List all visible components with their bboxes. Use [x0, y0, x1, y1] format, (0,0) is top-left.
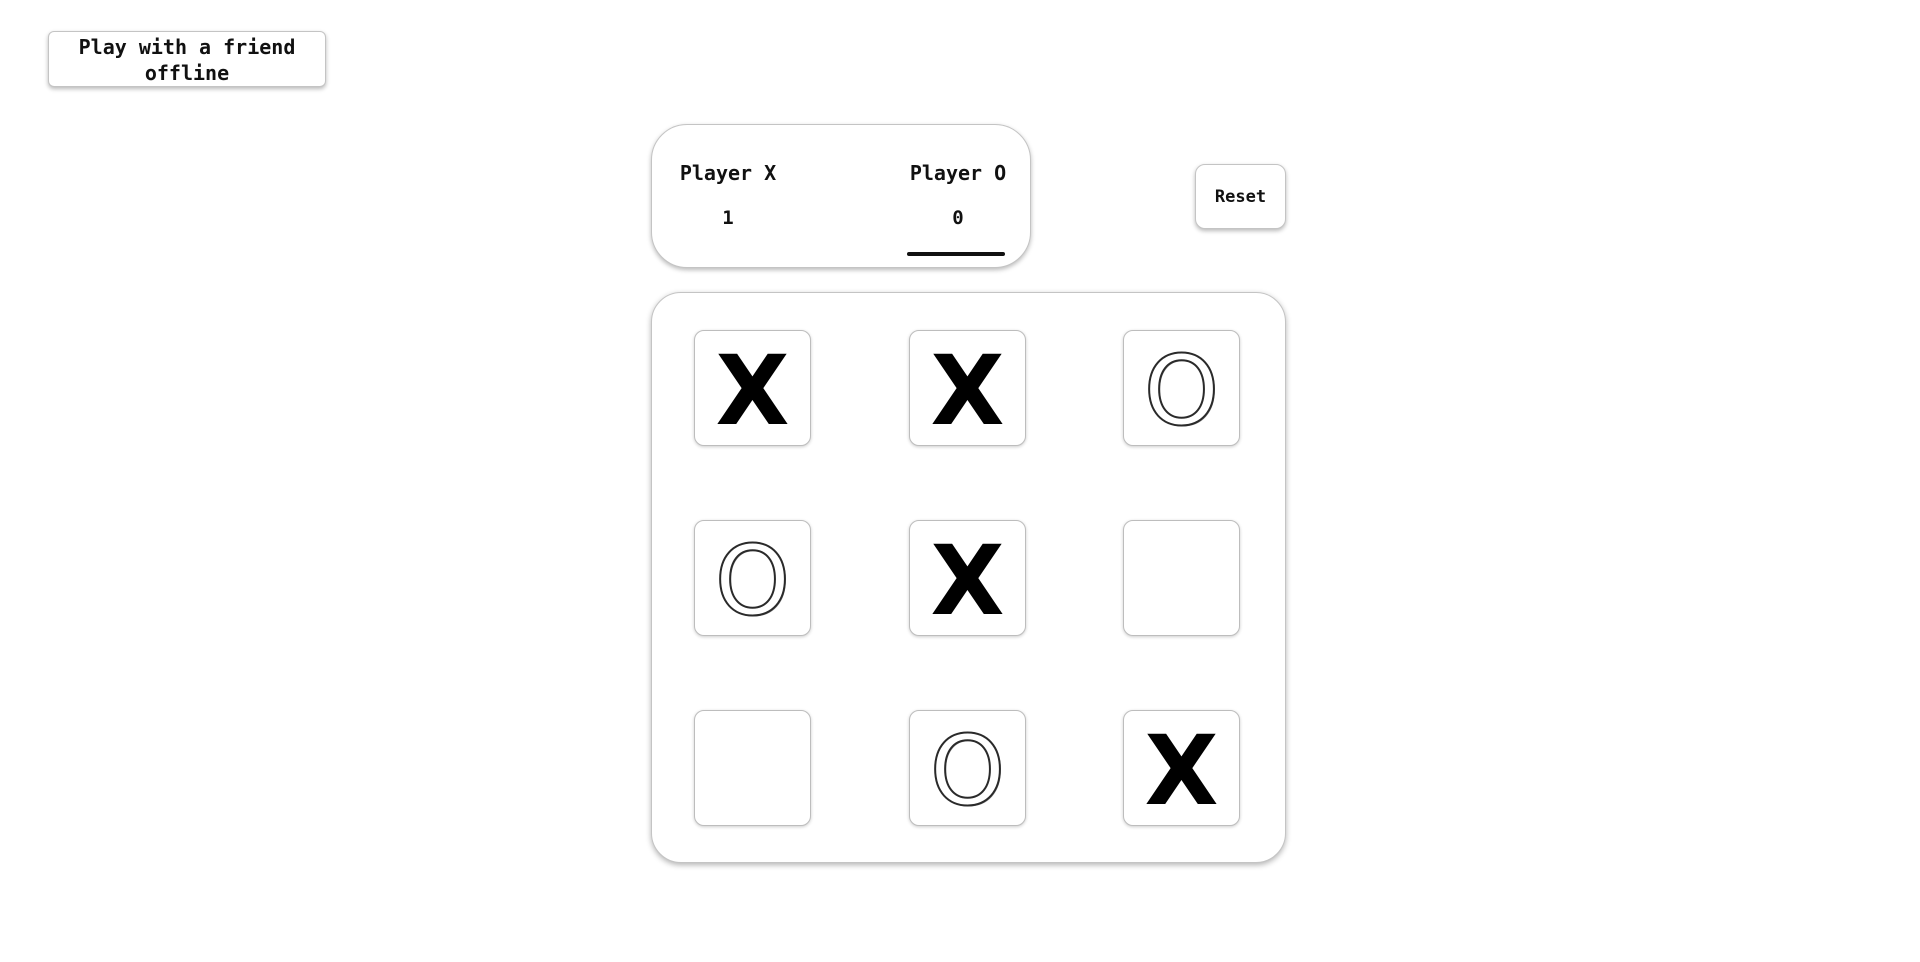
cell-mark: X [930, 335, 1005, 447]
scoreboard: Player X 1 Player O 0 [651, 124, 1031, 268]
play-offline-button[interactable]: Play with a friend offline [48, 31, 326, 87]
board-cell-5[interactable]: X [909, 520, 1026, 636]
cell-mark: X [1144, 715, 1219, 827]
player-x-score: 1 [722, 207, 734, 229]
game-board: X X O O X O X [651, 292, 1286, 863]
board-cell-1[interactable]: X [694, 330, 811, 446]
board-cell-2[interactable]: X [909, 330, 1026, 446]
board-cell-9[interactable]: X [1123, 710, 1240, 826]
board-cell-6[interactable] [1123, 520, 1240, 636]
player-o-score: 0 [952, 207, 964, 229]
cell-mark: O [1143, 335, 1221, 447]
cell-mark: X [715, 335, 790, 447]
player-x-score-card: Player X 1 [677, 161, 779, 229]
board-cell-4[interactable]: O [694, 520, 811, 636]
player-o-score-card: Player O 0 [907, 161, 1009, 229]
cell-mark: O [714, 525, 792, 637]
board-cell-8[interactable]: O [909, 710, 1026, 826]
current-turn-indicator [907, 252, 1005, 256]
player-o-label: Player O [909, 161, 1007, 185]
player-x-label: Player X [679, 161, 777, 185]
reset-button[interactable]: Reset [1195, 164, 1286, 229]
board-cell-3[interactable]: O [1123, 330, 1240, 446]
cell-mark: X [930, 525, 1005, 637]
board-cell-7[interactable] [694, 710, 811, 826]
cell-mark: O [929, 715, 1007, 827]
